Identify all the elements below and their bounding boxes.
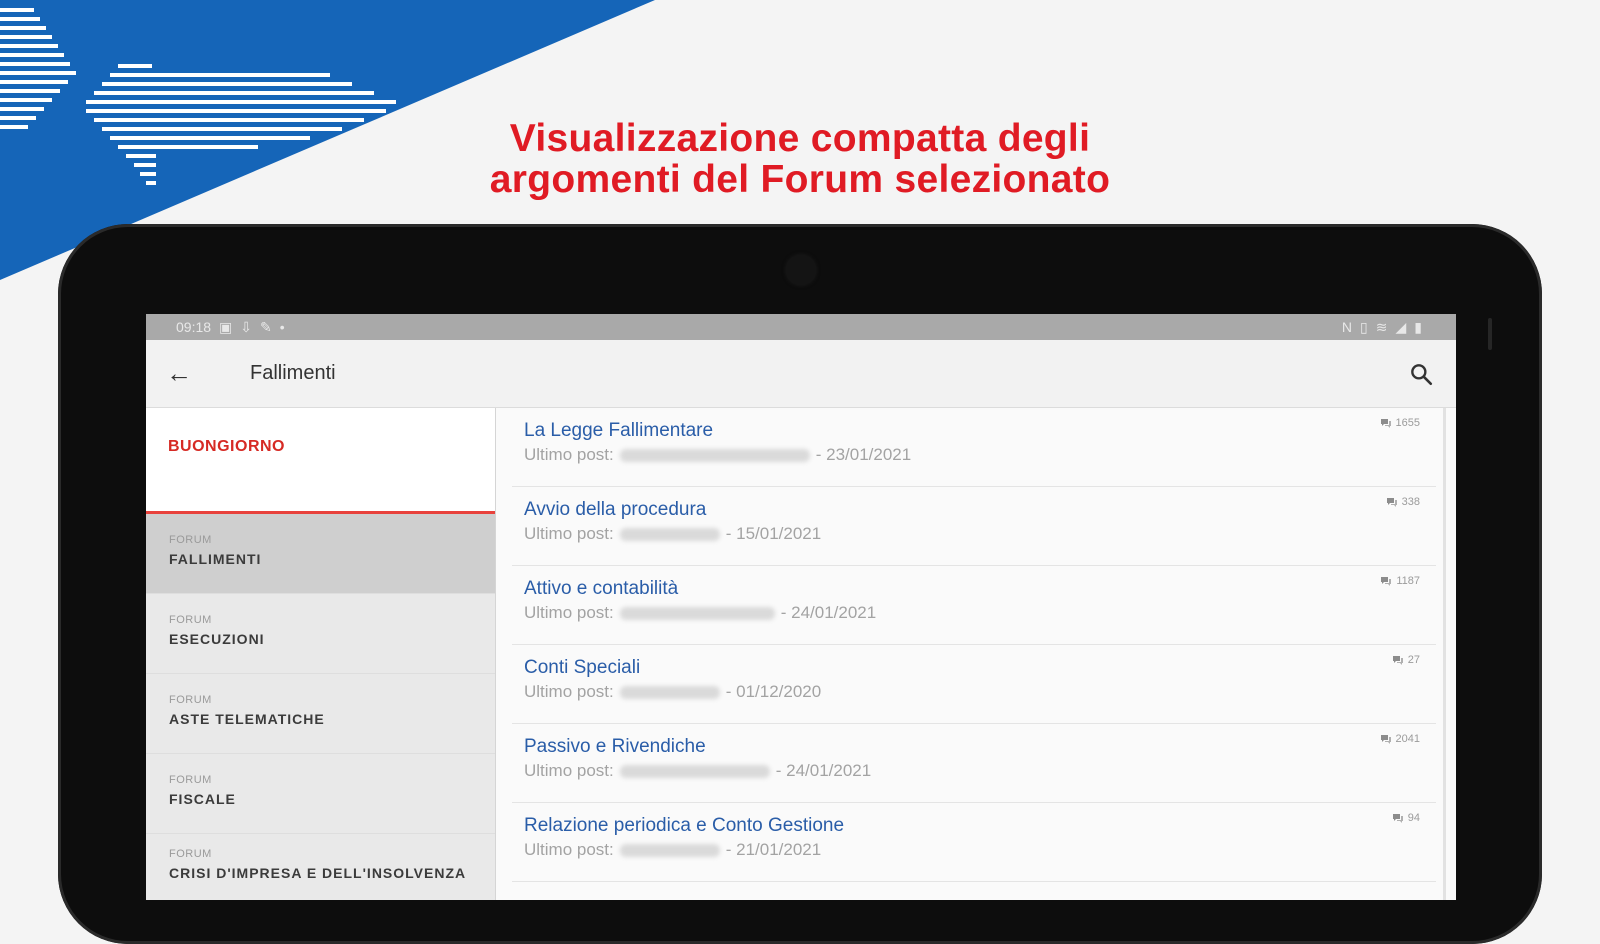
author-redacted [619, 527, 720, 541]
reply-count: 27 [1392, 654, 1420, 666]
topic-title[interactable]: Avvio della procedura [524, 499, 1436, 521]
sidebar-item-tag: FORUM [169, 694, 212, 706]
author-redacted [619, 764, 770, 778]
topic-date: - 23/01/2021 [815, 445, 912, 464]
arrow-left-icon[interactable]: ← [166, 358, 212, 389]
topic-meta: Ultimo post: - 21/01/2021 [524, 840, 1436, 860]
list-item[interactable]: Avvio della procedura Ultimo post: - 15/… [512, 487, 1436, 566]
main-content: BUONGIORNO FORUM FALLIMENTI FORUM ESECUZ… [146, 408, 1456, 900]
reply-count-value: 2041 [1395, 733, 1420, 745]
sidebar-item-label: FALLIMENTI [169, 551, 262, 567]
side-button [1488, 318, 1492, 350]
battery-icon: ▮ [1414, 318, 1422, 335]
camera-icon [786, 255, 816, 285]
forum-sidebar: BUONGIORNO FORUM FALLIMENTI FORUM ESECUZ… [146, 408, 496, 900]
topic-date: - 15/01/2021 [725, 524, 822, 543]
topic-meta: Ultimo post: - 01/12/2020 [524, 682, 1436, 702]
nfc-icon: N [1341, 319, 1353, 335]
topic-date: - 24/01/2021 [780, 603, 877, 622]
topic-meta: Ultimo post: - 24/01/2021 [524, 761, 1436, 781]
reply-count-value: 27 [1407, 654, 1420, 666]
list-item[interactable]: Relazione periodica e Conto Gestione Ult… [512, 803, 1436, 882]
topic-meta: Ultimo post: - 15/01/2021 [524, 524, 1436, 544]
author-redacted [619, 448, 810, 462]
sidebar-item-tag: FORUM [169, 534, 212, 546]
topic-meta: Ultimo post: - 24/01/2021 [524, 603, 1436, 623]
scrollbar[interactable] [1443, 408, 1446, 900]
author-redacted [619, 843, 720, 857]
page-title: Fallimenti [250, 362, 336, 384]
headline-line-2: argomenti del Forum selezionato [489, 158, 1111, 201]
last-post-label: Ultimo post: [524, 524, 614, 543]
headline-line-1: Visualizzazione compatta degli [509, 117, 1091, 160]
sidebar-item-tag: FORUM [169, 614, 212, 626]
list-item[interactable]: Passivo e Rivendiche Ultimo post: - 24/0… [512, 724, 1436, 803]
app-screen: 09:18 ▣ ⇩ ✎ • N ▯ ≋ ◢ ▮ ← Fallimenti BUO… [146, 314, 1456, 900]
topic-title[interactable]: Relazione periodica e Conto Gestione [524, 815, 1436, 837]
topic-list: La Legge Fallimentare Ultimo post: - 23/… [496, 408, 1456, 900]
topic-date: - 24/01/2021 [775, 761, 872, 780]
last-post-label: Ultimo post: [524, 603, 614, 622]
dot-icon: • [279, 319, 285, 335]
topic-title[interactable]: Attivo e contabilità [524, 578, 1436, 600]
topic-title[interactable]: Conti Speciali [524, 657, 1436, 679]
reply-count-value: 338 [1401, 496, 1420, 508]
sidebar-item-aste-telematiche[interactable]: FORUM ASTE TELEMATICHE [146, 674, 495, 754]
comment-icon [1392, 656, 1403, 665]
reply-count-value: 94 [1407, 812, 1420, 824]
list-item[interactable]: La Legge Fallimentare Ultimo post: - 23/… [512, 408, 1436, 487]
comment-icon [1381, 577, 1392, 586]
comment-icon [1392, 814, 1403, 823]
vibrate-icon: ▯ [1360, 318, 1368, 335]
comment-icon [1380, 735, 1391, 744]
sidebar-item-fiscale[interactable]: FORUM FISCALE [146, 754, 495, 834]
gallery-icon: ▣ [219, 318, 233, 335]
reply-count: 1655 [1380, 417, 1420, 429]
sidebar-item-label: ESECUZIONI [169, 631, 265, 647]
sidebar-item-label: ASTE TELEMATICHE [169, 711, 325, 727]
last-post-label: Ultimo post: [524, 445, 614, 464]
reply-count-value: 1655 [1395, 417, 1420, 429]
last-post-label: Ultimo post: [524, 840, 614, 859]
sidebar-item-tag: FORUM [169, 774, 212, 786]
search-icon[interactable] [1408, 361, 1434, 387]
last-post-label: Ultimo post: [524, 761, 614, 780]
sidebar-item-crisi-impresa[interactable]: FORUM CRISI D'IMPRESA E DELL'INSOLVENZA [146, 834, 495, 900]
last-post-label: Ultimo post: [524, 682, 614, 701]
greeting-label: BUONGIORNO [146, 408, 495, 514]
reply-count: 1187 [1380, 575, 1420, 587]
topic-date: - 01/12/2020 [725, 682, 822, 701]
topic-date: - 21/01/2021 [725, 840, 822, 859]
sidebar-item-fallimenti[interactable]: FORUM FALLIMENTI [146, 514, 495, 594]
usb-icon: ⇩ [240, 318, 253, 335]
topic-meta: Ultimo post: - 23/01/2021 [524, 445, 1436, 465]
sidebar-item-label: CRISI D'IMPRESA E DELL'INSOLVENZA [169, 865, 467, 881]
reply-count-value: 1187 [1396, 575, 1420, 587]
reply-count: 94 [1392, 812, 1420, 824]
list-item[interactable]: Conti Speciali Ultimo post: - 01/12/2020… [512, 645, 1436, 724]
reply-count: 338 [1386, 496, 1420, 508]
topic-title[interactable]: La Legge Fallimentare [524, 420, 1436, 442]
signal-icon: ◢ [1395, 318, 1407, 335]
author-redacted [619, 606, 775, 620]
sidebar-item-esecuzioni[interactable]: FORUM ESECUZIONI [146, 594, 495, 674]
reply-count: 2041 [1380, 733, 1420, 745]
app-bar: ← Fallimenti [146, 340, 1456, 408]
comment-icon [1380, 419, 1391, 428]
status-bar: 09:18 ▣ ⇩ ✎ • N ▯ ≋ ◢ ▮ [146, 314, 1456, 340]
sidebar-item-label: FISCALE [169, 791, 236, 807]
wifi-icon: ≋ [1375, 318, 1388, 335]
comment-icon [1386, 498, 1397, 507]
promo-headline: Visualizzazione compatta degli argomenti… [400, 118, 1200, 200]
topic-title[interactable]: Passivo e Rivendiche [524, 736, 1436, 758]
sidebar-item-tag: FORUM [169, 848, 212, 860]
author-redacted [619, 685, 720, 699]
wrench-icon: ✎ [260, 318, 272, 335]
list-item[interactable]: Attivo e contabilità Ultimo post: - 24/0… [512, 566, 1436, 645]
status-time: 09:18 [176, 319, 212, 335]
